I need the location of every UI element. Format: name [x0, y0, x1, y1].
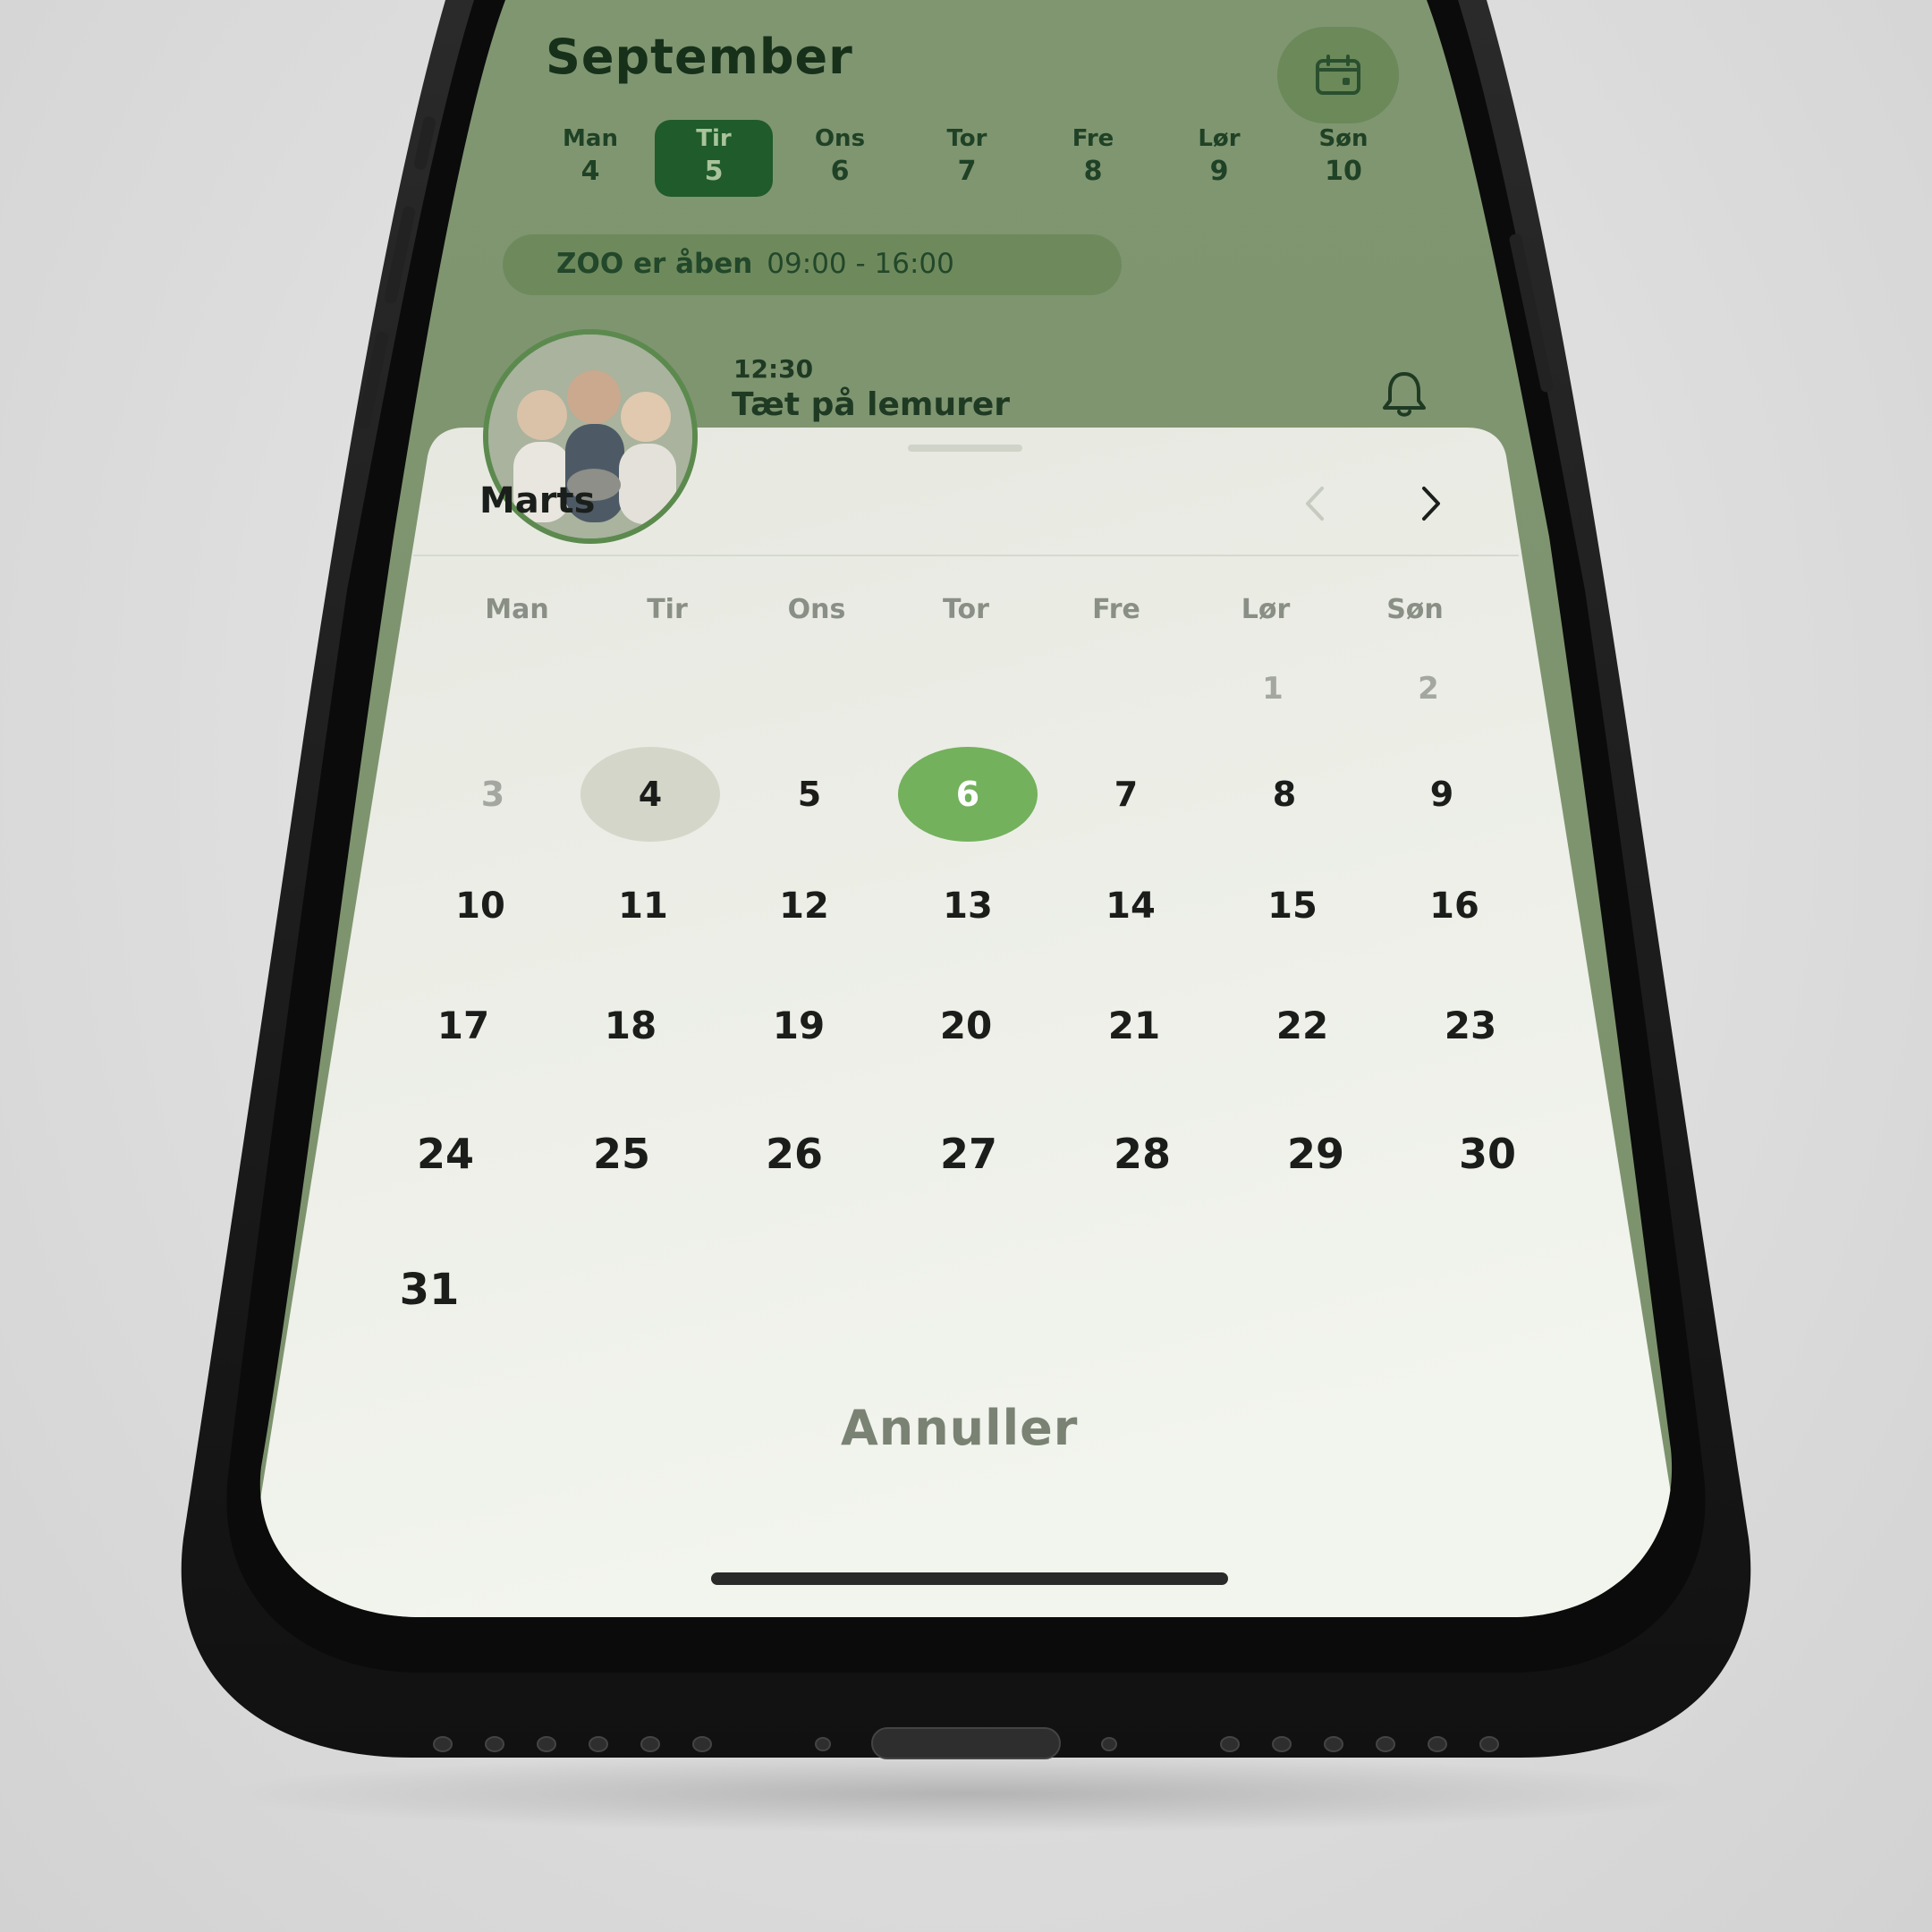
calendar-day[interactable]: 21	[1085, 997, 1183, 1055]
opening-hours-time: 09:00 - 16:00	[767, 248, 954, 280]
calendar-day[interactable]: 28	[1093, 1125, 1191, 1182]
week-day-label: Tir	[696, 125, 732, 152]
calendar-day[interactable]: 5	[760, 766, 859, 823]
calendar-day[interactable]: 9	[1393, 766, 1491, 823]
week-day-lor[interactable]: Lør 9	[1161, 125, 1277, 187]
weekday-header: Søn	[1386, 594, 1444, 625]
calendar-icon	[1316, 55, 1360, 95]
week-day-number: 6	[830, 156, 850, 187]
calendar-day[interactable]: 25	[572, 1125, 671, 1182]
calendar-button[interactable]	[1277, 27, 1399, 123]
week-day-man[interactable]: Man 4	[532, 125, 648, 187]
calendar-day[interactable]: 18	[581, 997, 680, 1055]
home-indicator	[711, 1572, 1228, 1585]
calendar-day[interactable]: 19	[750, 997, 848, 1055]
calendar-day[interactable]: 8	[1235, 766, 1334, 823]
week-day-tir[interactable]: Tir 5	[656, 125, 772, 187]
calendar-day[interactable]: 30	[1438, 1125, 1537, 1182]
weekday-header: Tir	[647, 594, 688, 625]
week-day-fre[interactable]: Fre 8	[1035, 125, 1151, 187]
calendar-day[interactable]: 13	[919, 877, 1017, 935]
calendar-day[interactable]: 3	[444, 766, 542, 823]
calendar-day[interactable]: 20	[917, 997, 1015, 1055]
prev-month-button[interactable]	[1288, 477, 1342, 530]
week-day-label: Søn	[1318, 125, 1368, 152]
calendar-day[interactable]: 7	[1077, 766, 1175, 823]
calendar-day[interactable]: 1	[1224, 660, 1322, 717]
event-time: 12:30	[733, 354, 814, 384]
week-day-label: Lør	[1198, 125, 1241, 152]
calendar-day[interactable]: 29	[1267, 1125, 1365, 1182]
weekday-header: Man	[485, 594, 549, 625]
week-day-label: Ons	[814, 125, 866, 152]
device-mockup: September Man 4 Tir 5 Ons 6 Tor 7 Fre 8 …	[0, 0, 1932, 1932]
event-title[interactable]: Tæt på lemurer	[732, 386, 1010, 423]
month-title: September	[546, 29, 853, 85]
sheet-grabber[interactable]	[908, 445, 1022, 452]
cancel-button[interactable]: Annuller	[841, 1400, 1078, 1456]
week-day-label: Tor	[946, 125, 987, 152]
week-day-number: 10	[1325, 156, 1362, 187]
week-day-number: 8	[1083, 156, 1103, 187]
weekday-header: Tor	[943, 594, 989, 625]
opening-hours-text: ZOO er åben 09:00 - 16:00	[556, 248, 954, 280]
week-day-number: 7	[957, 156, 977, 187]
calendar-day-today[interactable]: 4	[580, 747, 720, 842]
bell-icon	[1383, 372, 1426, 417]
week-day-ons[interactable]: Ons 6	[782, 125, 898, 187]
calendar-day[interactable]: 23	[1421, 997, 1520, 1055]
calendar-day[interactable]: 10	[431, 877, 530, 935]
calendar-day[interactable]: 17	[414, 997, 513, 1055]
opening-hours-label: ZOO er åben	[556, 248, 753, 280]
calendar-day[interactable]: 14	[1081, 877, 1180, 935]
weekday-header: Ons	[787, 594, 846, 625]
chevron-right-icon	[1422, 487, 1440, 521]
next-month-button[interactable]	[1404, 477, 1458, 530]
week-day-number: 4	[580, 156, 600, 187]
chevron-left-icon	[1306, 487, 1324, 521]
picker-month-title: Marts	[479, 480, 596, 521]
calendar-day[interactable]: 31	[380, 1261, 479, 1318]
weekday-header: Lør	[1241, 594, 1291, 625]
calendar-day-selected[interactable]: 6	[898, 747, 1038, 842]
calendar-day[interactable]: 15	[1243, 877, 1342, 935]
calendar-day[interactable]: 16	[1405, 877, 1504, 935]
week-day-label: Man	[563, 125, 618, 152]
calendar-day[interactable]: 22	[1253, 997, 1352, 1055]
calendar-day[interactable]: 27	[919, 1125, 1018, 1182]
week-day-son[interactable]: Søn 10	[1285, 125, 1402, 187]
calendar-day[interactable]: 12	[755, 877, 853, 935]
weekday-header: Fre	[1092, 594, 1140, 625]
notify-button[interactable]	[1377, 367, 1431, 420]
sheet-divider	[413, 555, 1519, 556]
week-day-label: Fre	[1072, 125, 1114, 152]
calendar-day[interactable]: 24	[396, 1125, 495, 1182]
calendar-day[interactable]: 26	[745, 1125, 843, 1182]
week-day-tor[interactable]: Tor 7	[909, 125, 1025, 187]
week-day-number: 9	[1209, 156, 1229, 187]
week-day-number: 5	[704, 156, 724, 187]
calendar-day[interactable]: 11	[594, 877, 692, 935]
calendar-day[interactable]: 2	[1379, 660, 1478, 717]
